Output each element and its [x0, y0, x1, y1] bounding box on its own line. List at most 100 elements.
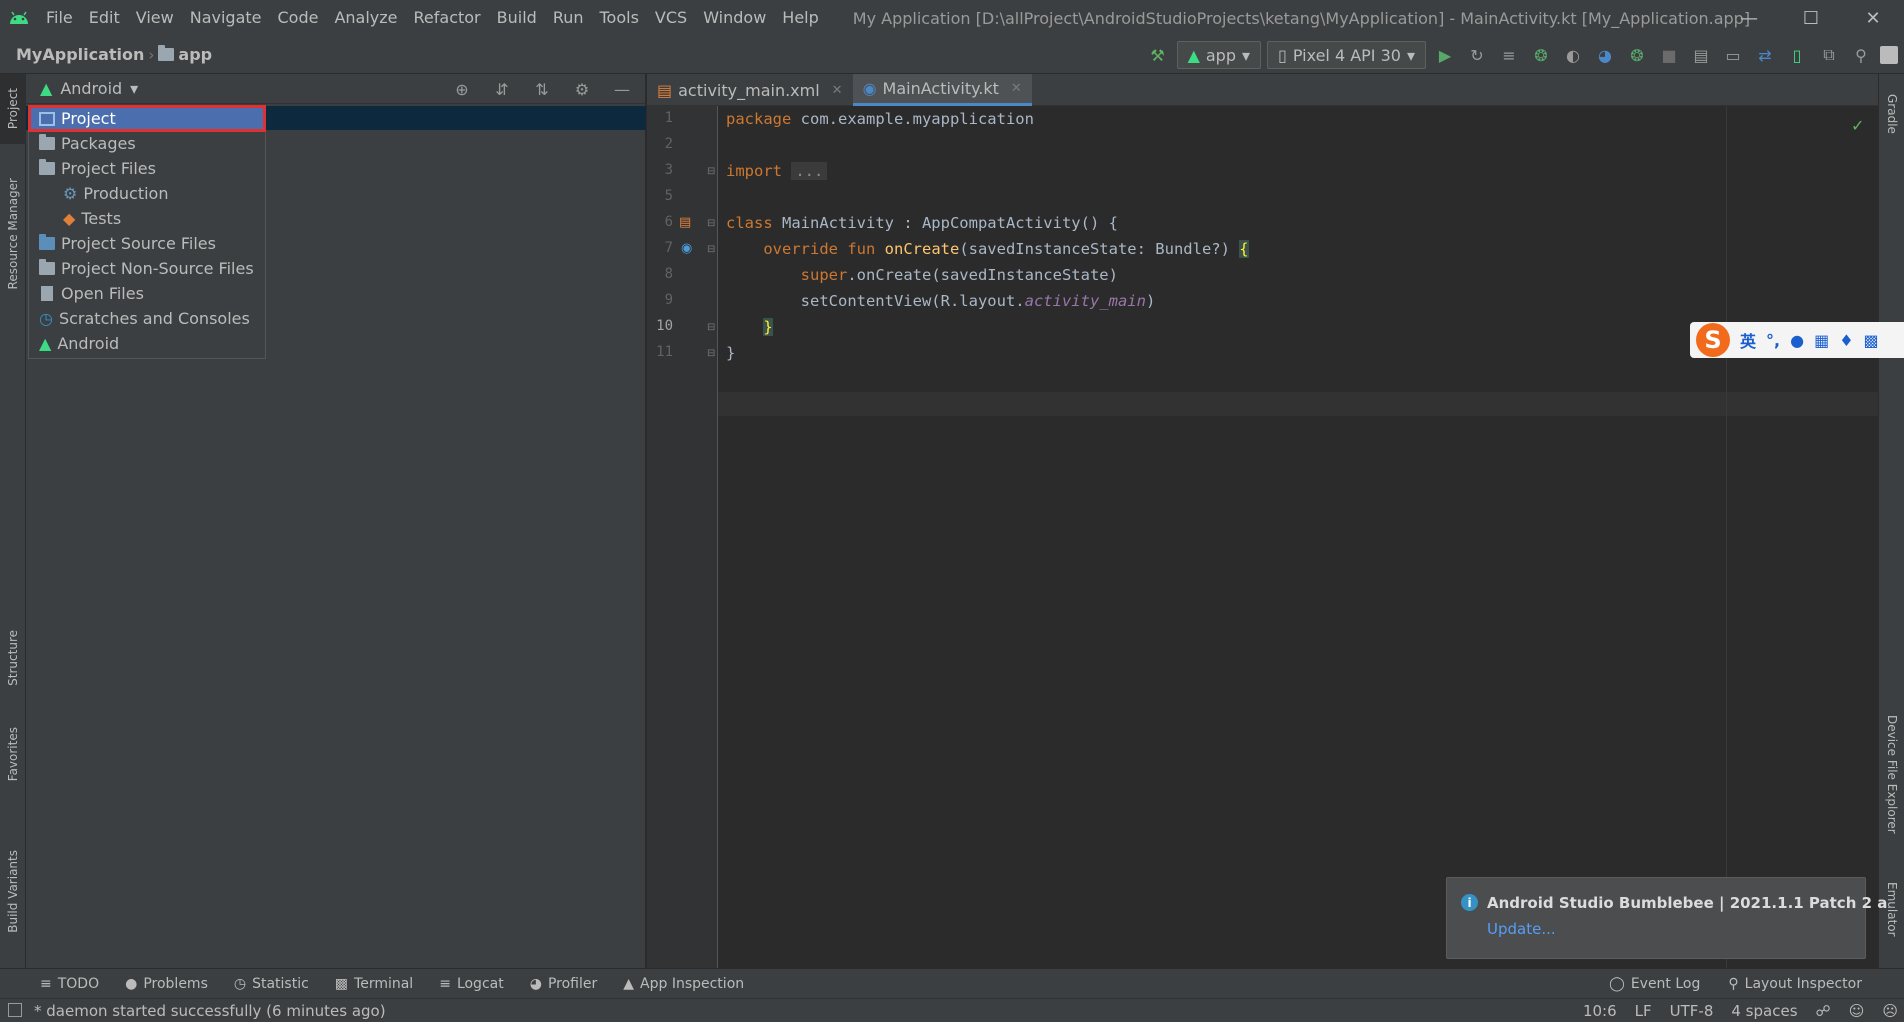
breadcrumb-project[interactable]: MyApplication [0, 45, 144, 64]
apply-changes-icon[interactable]: ↻ [1464, 42, 1490, 68]
close-tab-icon[interactable]: ✕ [832, 83, 843, 98]
hammer-icon[interactable]: ⚒ [1145, 42, 1171, 68]
tool-window-todo[interactable]: ≡ TODO [40, 976, 99, 992]
attach-debugger-icon[interactable]: ❂ [1624, 42, 1650, 68]
tool-window-statistic[interactable]: ◷ Statistic [234, 976, 309, 992]
view-option-packages[interactable]: Packages [29, 131, 265, 156]
tool-window-resource-manager[interactable]: Resource Manager [0, 164, 26, 304]
tool-window-event-log[interactable]: ◯ Event Log [1609, 976, 1700, 992]
maximize-icon[interactable]: ☐ [1780, 0, 1842, 36]
tool-window-logcat[interactable]: ≡ Logcat [439, 976, 504, 992]
debug-icon[interactable]: ❂ [1528, 42, 1554, 68]
tool-window-project[interactable]: Project [0, 74, 26, 144]
tool-window-app-inspection[interactable]: ▲ App Inspection [623, 976, 744, 992]
tool-window-problems[interactable]: ● Problems [125, 976, 208, 992]
menu-run[interactable]: Run [545, 0, 592, 36]
menu-edit[interactable]: Edit [81, 0, 128, 36]
inspection-ok-icon[interactable]: ✓ [1851, 116, 1864, 135]
ime-toolbar[interactable]: S 英 °, ● ▦ ♦ ▩ [1690, 322, 1904, 358]
toggle-tool-windows-icon[interactable] [8, 1003, 22, 1017]
tool-window-terminal[interactable]: ▩ Terminal [335, 976, 413, 992]
view-option-project-non-source-files[interactable]: Project Non-Source Files [29, 256, 265, 281]
tool-window-layout-inspector[interactable]: ⚲ Layout Inspector [1728, 976, 1862, 992]
close-icon[interactable]: ✕ [1842, 0, 1904, 36]
android-icon: ▲ [1187, 45, 1200, 65]
coverage-icon[interactable]: ◐ [1560, 42, 1586, 68]
status-message[interactable]: * daemon started successfully (6 minutes… [0, 1002, 386, 1020]
stop-icon[interactable]: ■ [1656, 42, 1682, 68]
view-option-project-files[interactable]: Project Files [29, 156, 265, 181]
menu-analyze[interactable]: Analyze [326, 0, 405, 36]
fold-marker-icon[interactable]: ⊟ [707, 166, 715, 177]
file-icon [41, 286, 53, 301]
profile-icon[interactable]: ◕ [1592, 42, 1618, 68]
menu-navigate[interactable]: Navigate [182, 0, 270, 36]
menu-refactor[interactable]: Refactor [406, 0, 489, 36]
ime-mode-label[interactable]: 英 [1740, 328, 1756, 352]
user-avatar-icon[interactable] [1880, 46, 1898, 64]
line-separator[interactable]: LF [1635, 1002, 1652, 1020]
view-option-scratches-and-consoles[interactable]: ◷ Scratches and Consoles [29, 306, 265, 331]
menu-view[interactable]: View [128, 0, 182, 36]
hide-panel-icon[interactable]: — [609, 76, 635, 102]
fold-marker-icon[interactable]: ⊟ [707, 322, 715, 333]
menu-build[interactable]: Build [489, 0, 545, 36]
menu-vcs[interactable]: VCS [647, 0, 695, 36]
view-option-production[interactable]: ⚙ Production [29, 181, 265, 206]
sync-gradle-icon[interactable]: ⇄ [1752, 42, 1778, 68]
run-gutter-icon[interactable]: ▤ [679, 215, 691, 230]
fold-marker-icon[interactable]: ⊟ [707, 218, 715, 229]
indent-setting[interactable]: 4 spaces [1731, 1002, 1797, 1020]
project-view-selector[interactable]: ▲ Android ▾ [40, 79, 138, 98]
minimize-icon[interactable]: — [1718, 0, 1780, 36]
view-option-tests[interactable]: ◆ Tests [29, 206, 265, 231]
gear-icon[interactable]: ⚙ [569, 76, 595, 102]
sdk-manager-icon[interactable]: ⧉ [1816, 42, 1842, 68]
override-gutter-icon[interactable]: ◉ [681, 241, 692, 256]
view-option-project-source-files[interactable]: Project Source Files [29, 231, 265, 256]
tab-activity-main-xml[interactable]: ▤ activity_main.xml ✕ [647, 74, 853, 106]
skin-icon[interactable]: ♦ [1839, 331, 1853, 350]
tool-window-build-variants[interactable]: Build Variants [0, 836, 26, 946]
fold-marker-icon[interactable]: ⊟ [707, 348, 715, 359]
tool-window-structure[interactable]: Structure [0, 618, 26, 698]
menu-file[interactable]: File [38, 0, 81, 36]
avd-manager-icon[interactable]: ▭ [1720, 42, 1746, 68]
tool-window-favorites[interactable]: Favorites [0, 714, 26, 794]
feedback-sad-icon[interactable]: ☹ [1882, 1002, 1898, 1020]
fold-marker-icon[interactable]: ⊟ [707, 244, 715, 255]
punctuation-icon[interactable]: °, [1766, 331, 1780, 350]
tool-window-profiler[interactable]: ◕ Profiler [530, 976, 598, 992]
project-structure-icon[interactable]: ▤ [1688, 42, 1714, 68]
lock-icon[interactable]: ☍ [1816, 1002, 1831, 1020]
menu-code[interactable]: Code [270, 0, 327, 36]
view-option-open-files[interactable]: Open Files [29, 281, 265, 306]
device-manager-icon[interactable]: ▯ [1784, 42, 1810, 68]
tab-main-activity-kt[interactable]: ◉ MainActivity.kt ✕ [852, 74, 1032, 106]
folded-imports[interactable]: ... [791, 162, 828, 180]
device-select[interactable]: ▯ Pixel 4 API 30 ▾ [1267, 41, 1426, 69]
apply-code-changes-icon[interactable]: ≡ [1496, 42, 1522, 68]
search-icon[interactable]: ⚲ [1848, 42, 1874, 68]
view-option-project[interactable]: Project [28, 105, 266, 132]
update-link[interactable]: Update... [1487, 920, 1556, 938]
menu-tools[interactable]: Tools [592, 0, 647, 36]
apps-icon[interactable]: ▩ [1864, 331, 1879, 350]
menu-window[interactable]: Window [695, 0, 774, 36]
breadcrumb-module[interactable]: app [158, 45, 212, 64]
expand-all-icon[interactable]: ⇵ [489, 76, 515, 102]
keyboard-icon[interactable]: ▦ [1814, 331, 1829, 350]
menu-help[interactable]: Help [774, 0, 826, 36]
caret-position[interactable]: 10:6 [1583, 1002, 1617, 1020]
tool-window-device-file-explorer[interactable]: Device File Explorer [1879, 704, 1904, 844]
tool-window-gradle[interactable]: Gradle [1879, 74, 1904, 154]
view-option-android[interactable]: ▲ Android [29, 331, 265, 356]
run-icon[interactable]: ▶ [1432, 42, 1458, 68]
close-tab-icon[interactable]: ✕ [1011, 81, 1022, 96]
feedback-happy-icon[interactable]: ☺ [1849, 1002, 1865, 1020]
microphone-icon[interactable]: ● [1790, 331, 1804, 350]
collapse-all-icon[interactable]: ⇅ [529, 76, 555, 102]
file-encoding[interactable]: UTF-8 [1670, 1002, 1714, 1020]
select-opened-file-icon[interactable]: ⊕ [449, 76, 475, 102]
run-config-select[interactable]: ▲ app ▾ [1176, 41, 1262, 69]
